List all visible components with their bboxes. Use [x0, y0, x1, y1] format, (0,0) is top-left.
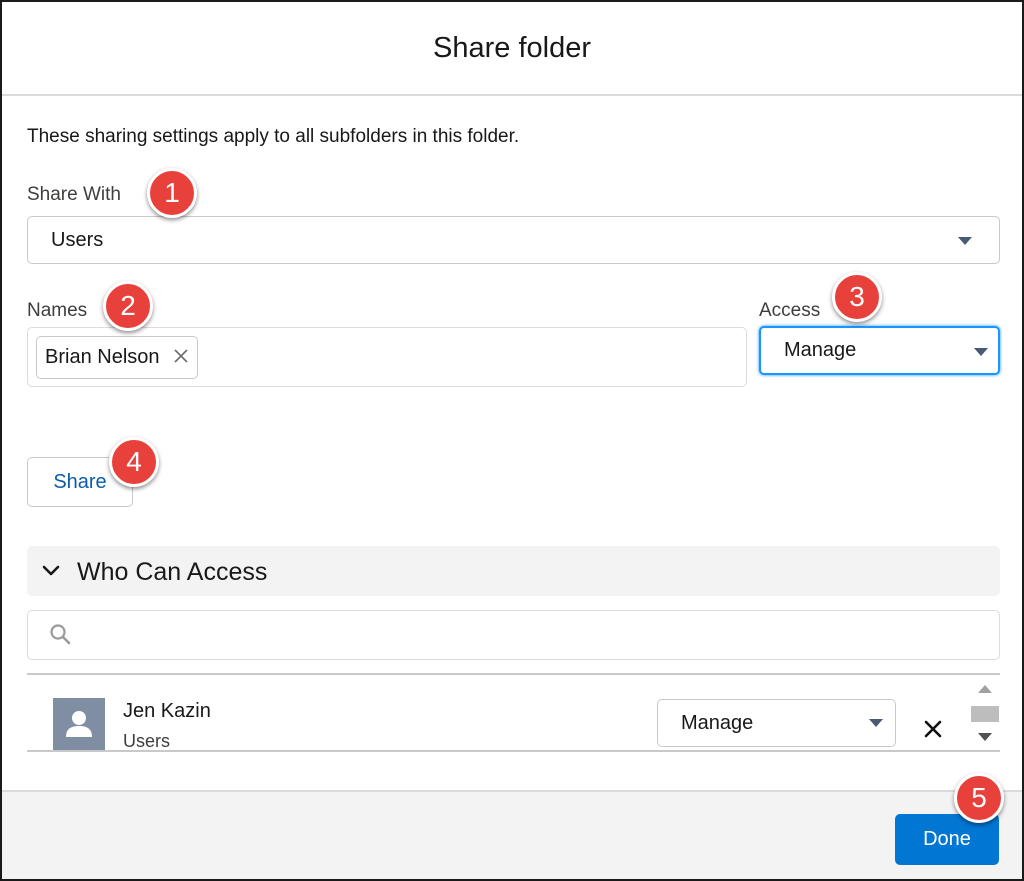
access-value: Manage: [784, 339, 857, 361]
user-icon: [66, 711, 92, 737]
who-can-access-title: Who Can Access: [77, 558, 268, 586]
share-with-select[interactable]: Users: [27, 216, 1000, 264]
row-access-value: Manage: [681, 711, 754, 734]
name-pill[interactable]: Brian Nelson: [36, 336, 198, 379]
dialog-header: Share folder: [2, 2, 1022, 96]
who-can-access-section-toggle[interactable]: Who Can Access: [27, 546, 1000, 596]
callout-2: 2: [103, 281, 153, 331]
dialog-footer: Done: [2, 790, 1022, 879]
caret-down-icon: [974, 348, 988, 356]
list-item-type: Users: [123, 731, 171, 751]
names-label: Names: [27, 300, 88, 321]
callout-3: 3: [832, 272, 882, 322]
list-item-name: Jen Kazin: [123, 700, 211, 722]
caret-down-icon: [869, 719, 883, 727]
names-input[interactable]: Brian Nelson: [27, 327, 747, 387]
callout-1: 1: [147, 168, 197, 218]
close-icon[interactable]: [172, 347, 190, 365]
scrollbar-thumb[interactable]: [971, 706, 999, 722]
share-with-label: Share With: [27, 184, 121, 205]
list-scrollbar[interactable]: [971, 675, 999, 750]
access-list: Jen Kazin Users Manage: [27, 673, 1000, 752]
dialog-title: Share folder: [433, 31, 591, 64]
access-label: Access: [759, 300, 821, 321]
share-with-value: Users: [51, 228, 104, 251]
callout-5: 5: [954, 773, 1004, 823]
row-access-select[interactable]: Manage: [657, 699, 896, 747]
close-icon[interactable]: [922, 718, 944, 740]
caret-down-icon: [958, 237, 972, 245]
callout-4: 4: [109, 437, 159, 487]
chevron-down-icon: [42, 565, 60, 576]
scroll-down-icon[interactable]: [978, 733, 992, 741]
who-can-access-search-input[interactable]: [27, 610, 1000, 660]
access-select[interactable]: Manage: [759, 326, 1000, 375]
scroll-up-icon[interactable]: [978, 685, 992, 693]
share-folder-dialog: Share folder These sharing settings appl…: [0, 0, 1024, 881]
dialog-description: These sharing settings apply to all subf…: [27, 126, 520, 147]
search-icon: [50, 624, 71, 645]
name-pill-label: Brian Nelson: [45, 346, 160, 368]
avatar: [53, 698, 105, 750]
